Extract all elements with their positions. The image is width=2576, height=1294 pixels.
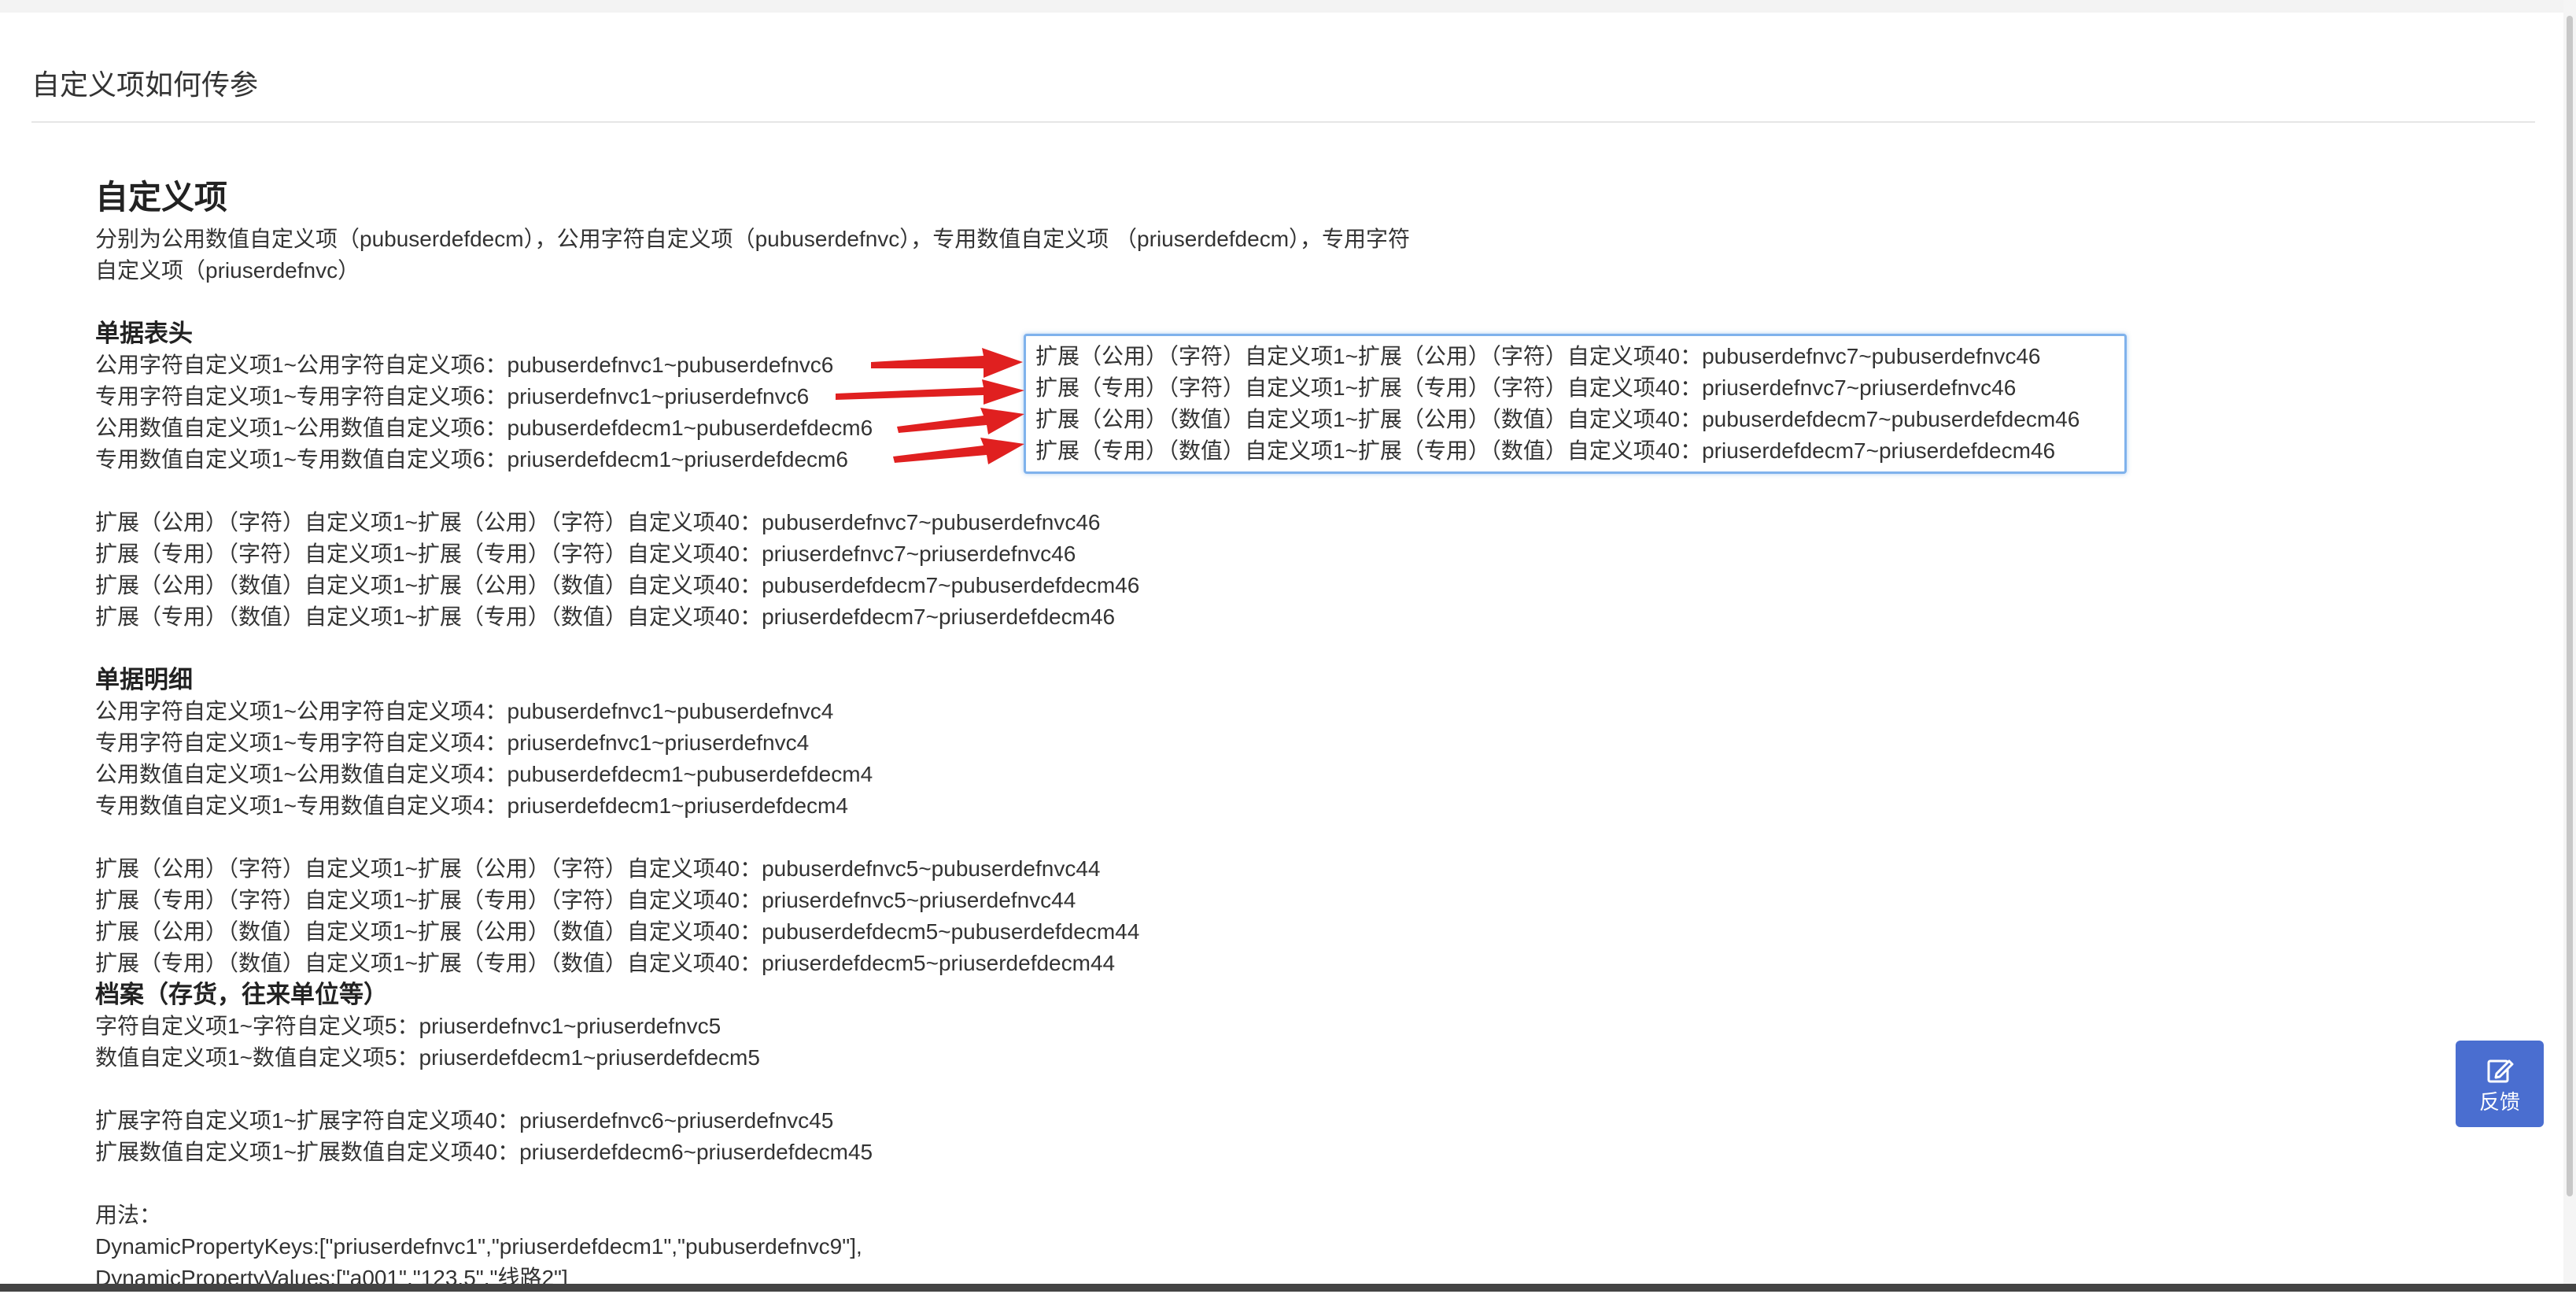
intro-text: 自定义项（priuserdefnvc）	[95, 258, 360, 283]
edit-icon	[2487, 1059, 2514, 1083]
archive-extended-line: 扩展字符自定义项1~扩展字符自定义项40：priuserdefnvc6~priu…	[95, 1108, 834, 1133]
detail-basic-line: 公用数值自定义项1~公用数值自定义项4：pubuserdefdecm1~pubu…	[95, 762, 873, 786]
callout-line: 扩展（专用）（字符）自定义项1~扩展（专用）（字符）自定义项40：priuser…	[1035, 375, 2017, 400]
bottom-bar	[0, 1284, 2576, 1292]
intro-text: 分别为公用数值自定义项（pubuserdefdecm），公用字符自定义项（pub…	[95, 227, 1411, 251]
usage-label: 用法：	[95, 1203, 162, 1227]
top-strip	[0, 0, 2576, 13]
detail-basic-line: 专用字符自定义项1~专用字符自定义项4：priuserdefnvc1~prius…	[95, 730, 810, 755]
detail-extended-line: 扩展（专用）（字符）自定义项1~扩展（专用）（字符）自定义项40：priuser…	[95, 888, 1076, 912]
archive-basic-line: 数值自定义项1~数值自定义项5：priuserdefdecm1~priuserd…	[95, 1045, 760, 1070]
detail-extended-line: 扩展（公用）（字符）自定义项1~扩展（公用）（字符）自定义项40：pubuser…	[95, 856, 1101, 881]
scrollbar-thumb[interactable]	[2567, 16, 2573, 1196]
detail-basic-line: 公用字符自定义项1~公用字符自定义项4：pubuserdefnvc1~pubus…	[95, 699, 834, 723]
page-title: 自定义项如何传参	[31, 68, 259, 101]
header-extended-line: 扩展（公用）（字符）自定义项1~扩展（公用）（字符）自定义项40：pubuser…	[95, 510, 1101, 534]
callout-line: 扩展（公用）（数值）自定义项1~扩展（公用）（数值）自定义项40：pubuser…	[1035, 407, 2080, 431]
header-extended-line: 扩展（专用）（数值）自定义项1~扩展（专用）（数值）自定义项40：priuser…	[95, 604, 1116, 629]
feedback-button[interactable]: 反馈	[2456, 1041, 2544, 1127]
detail-extended-line: 扩展（专用）（数值）自定义项1~扩展（专用）（数值）自定义项40：priuser…	[95, 951, 1116, 975]
header-extended-line: 扩展（专用）（字符）自定义项1~扩展（专用）（字符）自定义项40：priuser…	[95, 542, 1076, 566]
callout-line: 扩展（专用）（数值）自定义项1~扩展（专用）（数值）自定义项40：priuser…	[1035, 438, 2056, 463]
callout-line: 扩展（公用）（字符）自定义项1~扩展（公用）（字符）自定义项40：pubuser…	[1035, 344, 2041, 368]
page-header	[31, 13, 2535, 123]
detail-basic-line: 专用数值自定义项1~专用数值自定义项4：priuserdefdecm1~priu…	[95, 793, 848, 818]
archive-basic-line: 字符自定义项1~字符自定义项5：priuserdefnvc1~priuserde…	[95, 1014, 722, 1038]
feedback-label: 反馈	[2478, 1091, 2520, 1115]
usage-code-line: DynamicPropertyKeys:["priuserdefnvc1","p…	[95, 1234, 862, 1259]
archive-extended-line: 扩展数值自定义项1~扩展数值自定义项40：priuserdefdecm6~pri…	[95, 1140, 873, 1164]
detail-extended-line: 扩展（公用）（数值）自定义项1~扩展（公用）（数值）自定义项40：pubuser…	[95, 919, 1140, 944]
article-heading: 自定义项	[95, 179, 228, 216]
header-extended-line: 扩展（公用）（数值）自定义项1~扩展（公用）（数值）自定义项40：pubuser…	[95, 573, 1140, 597]
highlight-callout-box: 扩展（公用）（字符）自定义项1~扩展（公用）（字符）自定义项40：pubuser…	[1024, 334, 2127, 474]
section-title-detail: 单据明细	[95, 666, 193, 693]
section-title-archive: 档案（存货，往来单位等）	[95, 981, 388, 1008]
